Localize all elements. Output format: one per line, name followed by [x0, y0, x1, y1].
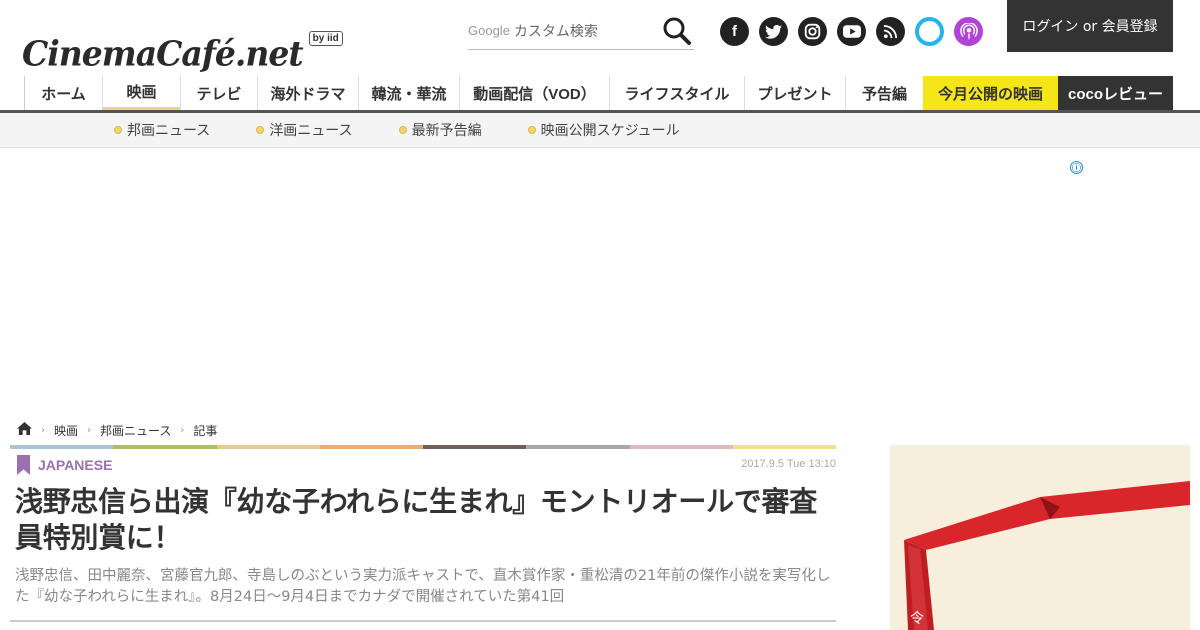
chevron-right-icon: ›	[180, 424, 185, 436]
instagram-icon[interactable]	[798, 17, 827, 46]
nav-item-coco-review[interactable]: cocoレビュー	[1058, 76, 1173, 110]
article-date: 2017.9.5 Tue 13:10	[741, 458, 836, 470]
site-logo[interactable]: CinemaCafé.net by iid	[22, 12, 343, 74]
color-segment	[526, 445, 630, 449]
nav-item-trailers[interactable]: 予告編	[845, 76, 923, 110]
rss-icon[interactable]	[876, 17, 905, 46]
color-segment	[319, 445, 423, 449]
bullet-icon	[256, 126, 265, 134]
search-button[interactable]	[660, 14, 694, 48]
breadcrumb-item[interactable]: 映画	[54, 422, 78, 439]
subnav-item-latest-trailers[interactable]: 最新予告編	[398, 120, 482, 140]
subnav-label: 邦画ニュース	[127, 123, 211, 139]
nav-item-lifestyle[interactable]: ライフスタイル	[609, 76, 744, 110]
nav-item-present[interactable]: プレゼント	[744, 76, 845, 110]
nav-item-movies[interactable]: 映画	[102, 76, 180, 110]
facebook-icon[interactable]: f	[720, 17, 749, 46]
bullet-icon	[527, 126, 536, 134]
logo-sub: by iid	[308, 31, 343, 46]
category-label: JAPANESE	[38, 457, 113, 473]
alexa-icon[interactable]	[915, 17, 944, 46]
article-category[interactable]: JAPANESE	[17, 455, 112, 475]
divider	[10, 620, 836, 622]
nav-item-overseas-drama[interactable]: 海外ドラマ	[257, 76, 358, 110]
ribbon-graphic: 令	[904, 481, 1190, 630]
subnav-item-foreign-news[interactable]: 洋画ニュース	[256, 120, 353, 140]
article-title: 浅野忠信ら出演『幼な子われらに生まれ』モントリオールで審査員特別賞に！	[15, 486, 817, 553]
bullet-icon	[398, 126, 407, 134]
subnav-label: 最新予告編	[411, 123, 482, 139]
search-icon	[663, 17, 691, 45]
social-links: f	[720, 17, 983, 46]
youtube-icon[interactable]	[837, 17, 866, 46]
sidebar-ad[interactable]: 令	[890, 445, 1190, 630]
main-nav: ホーム 映画 テレビ 海外ドラマ 韓流・華流 動画配信（VOD） ライフスタイル…	[24, 76, 1173, 110]
nav-item-home[interactable]: ホーム	[24, 76, 102, 110]
bullet-icon	[114, 126, 122, 134]
home-icon[interactable]	[17, 422, 32, 438]
article-lead: 浅野忠信、田中麗奈、宮藤官九郎、寺島しのぶという実力派キャストで、直木賞作家・重…	[15, 568, 831, 605]
search-box: Google カスタム検索	[468, 12, 694, 50]
search-provider: Google	[468, 23, 510, 38]
color-segment	[732, 445, 836, 449]
color-segment	[216, 445, 320, 449]
color-segment	[629, 445, 733, 449]
nav-item-korean-chinese[interactable]: 韓流・華流	[358, 76, 459, 110]
logo-text: CinemaCafé.net	[22, 33, 304, 74]
search-input[interactable]: カスタム検索	[514, 21, 660, 41]
breadcrumb: › 映画 › 邦画ニュース › 記事	[17, 422, 217, 438]
login-button[interactable]: ログイン or 会員登録	[1007, 0, 1173, 52]
subnav-item-japanese-news[interactable]: 邦画ニュース	[114, 120, 210, 140]
ad-info-icon[interactable]: ⓘ	[1070, 161, 1083, 174]
nav-item-tv[interactable]: テレビ	[180, 76, 257, 110]
color-segment	[113, 445, 217, 449]
bookmark-icon	[17, 455, 30, 475]
subnav-label: 映画公開スケジュール	[540, 123, 680, 139]
site-header: CinemaCafé.net by iid Google カスタム検索 f ログ…	[0, 0, 1200, 76]
breadcrumb-current: 記事	[193, 423, 218, 438]
nav-item-vod[interactable]: 動画配信（VOD）	[459, 76, 609, 110]
svg-text:令: 令	[910, 611, 924, 627]
sub-nav: 邦画ニュース 洋画ニュース 最新予告編 映画公開スケジュール	[0, 113, 1200, 148]
twitter-icon[interactable]	[759, 17, 788, 46]
color-segment	[10, 445, 114, 449]
breadcrumb-item[interactable]: 邦画ニュース	[100, 422, 171, 439]
chevron-right-icon: ›	[41, 424, 45, 436]
color-segment	[423, 445, 527, 449]
subnav-label: 洋画ニュース	[269, 123, 353, 139]
category-color-bar	[10, 445, 836, 449]
chevron-right-icon: ›	[87, 424, 92, 436]
subnav-item-release-schedule[interactable]: 映画公開スケジュール	[527, 120, 680, 140]
podcast-icon[interactable]	[954, 17, 983, 46]
nav-item-this-month[interactable]: 今月公開の映画	[923, 76, 1058, 110]
